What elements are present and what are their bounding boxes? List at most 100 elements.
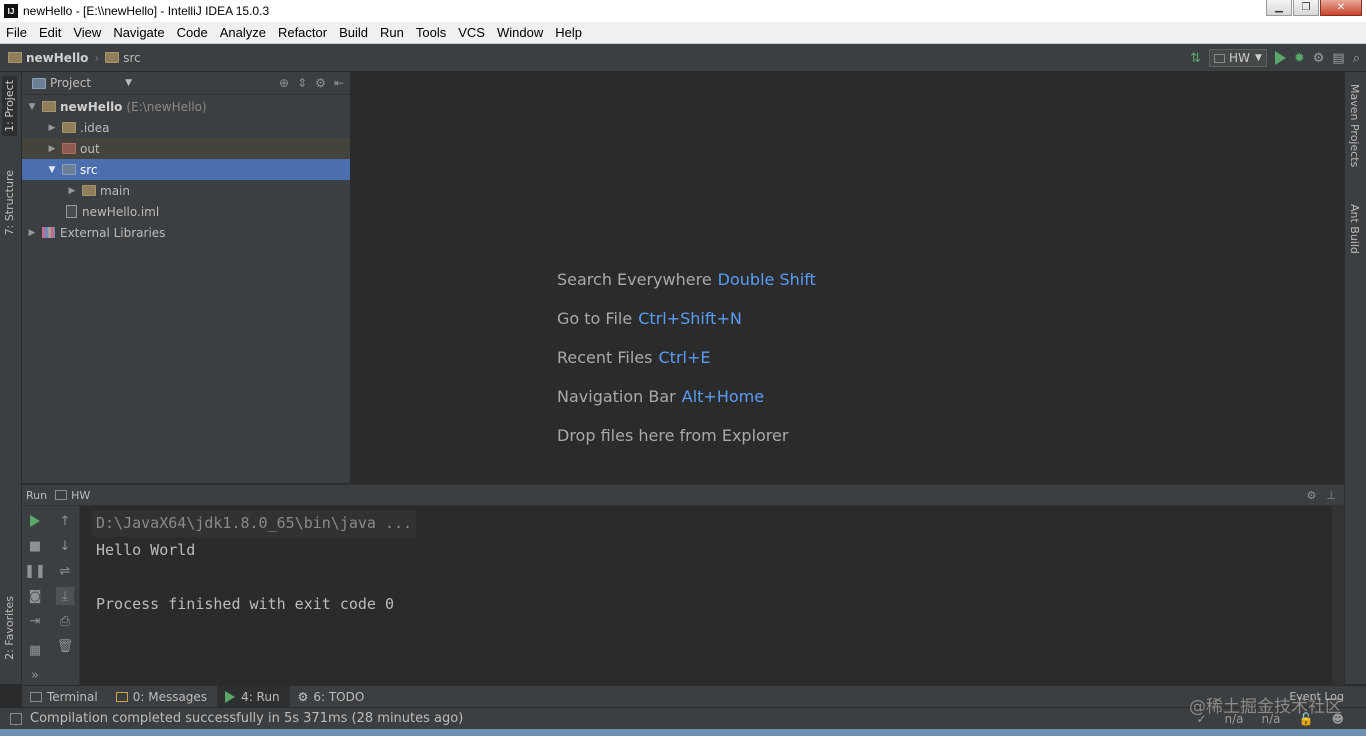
vcs-update-icon[interactable]: ⇅ (1190, 51, 1201, 66)
tree-item-root[interactable]: ▼ newHello (E:\newHello) (22, 96, 350, 117)
menu-view[interactable]: View (67, 25, 107, 40)
pause-icon[interactable]: ❚❚ (24, 562, 46, 580)
collapsed-arrow-icon[interactable]: ▶ (66, 186, 78, 196)
tab-structure[interactable]: 7: Structure (2, 166, 17, 239)
breadcrumb-folder[interactable]: src (123, 51, 141, 65)
minimize-button[interactable]: ▁ (1266, 0, 1292, 16)
collapse-all-icon[interactable]: ⇕ (297, 76, 307, 90)
hide-panel-icon[interactable]: ⊥ (1326, 489, 1336, 502)
hint-text: Drop files here from Explorer (557, 426, 789, 445)
coverage-icon[interactable]: ⚙ (1313, 51, 1325, 66)
gear-icon[interactable]: ⚙ (1307, 489, 1317, 502)
tab-todo[interactable]: ⚙ 6: TODO (290, 686, 375, 708)
tab-project[interactable]: 1: Project (2, 76, 17, 136)
tree-item-src[interactable]: ▼ src (22, 159, 350, 180)
tab-ant-build[interactable]: Ant Build (1348, 204, 1361, 254)
hint-go-to-file: Go to File Ctrl+Shift+N (557, 309, 816, 348)
arrow-up-icon[interactable]: ↑ (56, 512, 74, 530)
watermark: @稀土掘金技术社区 (1189, 697, 1342, 717)
maximize-button[interactable]: ❐ (1293, 0, 1319, 16)
gear-icon[interactable]: ⚙ (315, 76, 326, 90)
scroll-from-source-icon[interactable]: ⊕ (279, 76, 289, 90)
expanded-arrow-icon[interactable]: ▼ (26, 102, 38, 112)
hint-shortcut: Ctrl+Shift+N (638, 309, 742, 328)
soft-wrap-icon[interactable]: ⇌ (56, 562, 74, 580)
tree-item-idea[interactable]: ▶ .idea (22, 117, 350, 138)
root-name: newHello (60, 99, 123, 114)
tree-item-label: newHello.iml (82, 204, 160, 219)
more-icon[interactable]: » (26, 666, 44, 684)
run-panel-header: Run HW ⚙ ⊥ (22, 485, 1344, 506)
close-button[interactable]: ✕ (1320, 0, 1362, 16)
menu-bar: File Edit View Navigate Code Analyze Ref… (0, 22, 1366, 44)
scroll-to-end-icon[interactable]: ⤓ (56, 587, 74, 605)
tree-item-out[interactable]: ▶ out (22, 138, 350, 159)
menu-build[interactable]: Build (333, 25, 374, 40)
collapsed-arrow-icon[interactable]: ▶ (46, 144, 58, 154)
menu-navigate[interactable]: Navigate (107, 25, 170, 40)
rerun-icon[interactable] (26, 512, 44, 530)
tree-item-main[interactable]: ▶ main (22, 180, 350, 201)
print-icon[interactable]: ⎙ (56, 612, 74, 630)
hint-text: Navigation Bar (557, 387, 676, 406)
menu-tools[interactable]: Tools (410, 25, 452, 40)
clear-all-icon[interactable]: 🗑 (56, 637, 74, 655)
tab-maven-projects[interactable]: Maven Projects (1348, 84, 1361, 167)
project-folder-icon (8, 52, 22, 63)
layout-icon[interactable]: ▦ (26, 641, 44, 659)
search-icon[interactable]: ⌕ (1353, 51, 1360, 66)
editor-area[interactable]: Search Everywhere Double Shift Go to File… (352, 72, 1344, 483)
left-tool-strip: 1: Project 7: Structure 2: Favorites (0, 72, 22, 684)
project-view-label: Project (50, 76, 92, 90)
tab-favorites[interactable]: 2: Favorites (2, 592, 17, 664)
collapsed-arrow-icon[interactable]: ▶ (26, 228, 38, 238)
run-config-label: HW (1229, 51, 1250, 65)
status-bar: Compilation completed successfully in 5s… (0, 707, 1366, 729)
tree-item-iml[interactable]: newHello.iml (22, 201, 350, 222)
menu-window[interactable]: Window (491, 25, 549, 40)
tree-item-label: src (80, 162, 98, 177)
menu-help[interactable]: Help (549, 25, 588, 40)
run-icon[interactable] (1274, 51, 1286, 65)
window-title: newHello - [E:\\newHello] - IntelliJ IDE… (23, 4, 270, 18)
tool-windows-toggle-icon[interactable] (10, 712, 22, 725)
tree-item-external-libraries[interactable]: ▶ External Libraries (22, 222, 350, 243)
exit-icon[interactable]: ⇥ (26, 612, 44, 630)
menu-edit[interactable]: Edit (33, 25, 67, 40)
tab-messages[interactable]: 0: Messages (108, 686, 217, 708)
tab-terminal[interactable]: Terminal (22, 686, 108, 708)
menu-vcs[interactable]: VCS (452, 25, 491, 40)
console-scrollbar[interactable] (1332, 506, 1344, 685)
run-config-select[interactable]: HW ▼ (1209, 49, 1267, 67)
console-line-exit: Process finished with exit code 0 (96, 595, 395, 613)
run-toolbar: ↑ ■ ↓ ❚❚ ⇌ ◙ ⤓ ⇥ ⎙ 🗑 ▦ » (22, 506, 80, 685)
menu-analyze[interactable]: Analyze (214, 25, 272, 40)
menu-code[interactable]: Code (171, 25, 214, 40)
run-tab-hw[interactable]: HW (71, 489, 90, 502)
menu-refactor[interactable]: Refactor (272, 25, 333, 40)
os-taskbar (0, 729, 1366, 736)
dump-threads-icon[interactable]: ◙ (26, 587, 44, 605)
project-panel-tools: ⊕ ⇕ ⚙ ⇤ (279, 76, 350, 90)
tab-label: 6: TODO (313, 689, 365, 704)
collapsed-arrow-icon[interactable]: ▶ (46, 123, 58, 133)
project-view-icon (32, 77, 46, 89)
tab-run[interactable]: 4: Run (217, 685, 290, 708)
menu-run[interactable]: Run (374, 25, 410, 40)
debug-icon[interactable]: ✹ (1294, 51, 1305, 66)
arrow-down-icon[interactable]: ↓ (56, 537, 74, 555)
run-tool-window: Run HW ⚙ ⊥ ↑ ■ ↓ ❚❚ ⇌ ◙ ⤓ ⇥ ⎙ 🗑 ▦ » D:\J… (22, 484, 1344, 685)
bottom-tool-tabs: Terminal 0: Messages 4: Run ⚙ 6: TODO Ev… (22, 685, 1366, 708)
console-output[interactable]: D:\JavaX64\jdk1.8.0_65\bin\java ... Hell… (82, 506, 1332, 685)
project-structure-icon[interactable]: ▤ (1332, 51, 1344, 66)
expanded-arrow-icon[interactable]: ▼ (46, 165, 58, 175)
run-panel-label: Run (26, 488, 48, 502)
breadcrumb-project[interactable]: newHello (26, 51, 88, 65)
hide-panel-icon[interactable]: ⇤ (334, 76, 344, 90)
window-controls: ▁ ❐ ✕ (1266, 0, 1362, 16)
menu-file[interactable]: File (0, 25, 33, 40)
stop-icon[interactable]: ■ (26, 537, 44, 555)
console-line-output: Hello World (96, 541, 196, 559)
project-view-select[interactable]: Project ▼ (26, 74, 136, 92)
module-file-icon (66, 205, 77, 218)
